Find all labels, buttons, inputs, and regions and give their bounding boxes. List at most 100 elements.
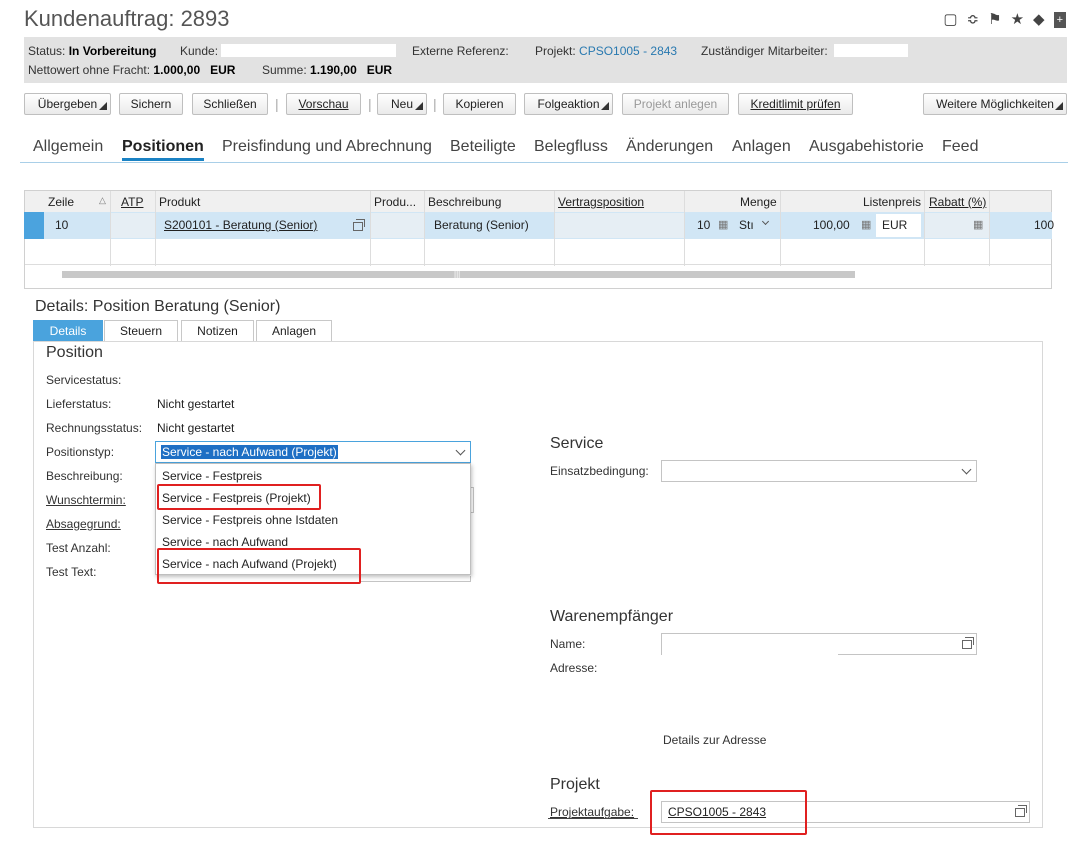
- row-selector[interactable]: [24, 212, 44, 239]
- col-divider: [780, 191, 781, 266]
- details-zur-adresse-link[interactable]: Details zur Adresse: [663, 733, 766, 747]
- tab-feed[interactable]: Feed: [942, 138, 978, 156]
- adresse-label: Adresse:: [550, 661, 598, 675]
- wunschtermin-label[interactable]: Wunschtermin:: [46, 493, 126, 507]
- col-beschreibung[interactable]: Beschreibung: [428, 191, 501, 213]
- calculator-icon[interactable]: ▦: [861, 218, 871, 231]
- position-heading: Position: [46, 344, 103, 361]
- rss-icon[interactable]: ≎: [967, 12, 980, 28]
- subtab-steuern[interactable]: Steuern: [104, 320, 178, 342]
- uebergeben-button[interactable]: Übergeben: [24, 93, 111, 115]
- star-icon[interactable]: ★: [1011, 12, 1024, 28]
- projektaufgabe-label[interactable]: Projektaufgabe:: [550, 805, 634, 819]
- calculator-icon[interactable]: ▦: [718, 218, 728, 231]
- details-title: Details: Position Beratung (Senior): [35, 298, 281, 315]
- tab-positionen[interactable]: Positionen: [122, 138, 204, 161]
- lieferstatus-value: Nicht gestartet: [157, 397, 235, 411]
- schliessen-button[interactable]: Schließen: [192, 93, 268, 115]
- col-vertragsposition[interactable]: Vertragsposition: [558, 191, 644, 213]
- col-rabatt[interactable]: Rabatt (%): [929, 191, 986, 213]
- status-value: In Vorbereitung: [68, 44, 157, 58]
- summe-currency: EUR: [366, 63, 393, 77]
- tab-beteiligte[interactable]: Beteiligte: [450, 138, 516, 156]
- tab-allgemein[interactable]: Allgemein: [33, 138, 103, 156]
- summe-label: Summe:: [262, 63, 307, 77]
- positionstyp-select[interactable]: Service - nach Aufwand (Projekt): [155, 441, 471, 463]
- atp-cell: [111, 213, 155, 238]
- col-atp[interactable]: ATP: [121, 191, 143, 213]
- subtab-anlagen[interactable]: Anlagen: [256, 320, 332, 342]
- kreditlimit-label: Kreditlimit prüfen: [750, 97, 841, 111]
- test-anzahl-label: Test Anzahl:: [46, 541, 111, 555]
- toolbar-divider: |: [433, 96, 437, 112]
- cell-menge[interactable]: 10: [697, 218, 710, 232]
- row-divider: [25, 264, 1051, 265]
- col-divider: [554, 191, 555, 266]
- test-text-field-edge[interactable]: [360, 576, 471, 582]
- col-divider: [924, 191, 925, 266]
- option-festpreis-ohne-istdaten[interactable]: Service - Festpreis ohne Istdaten: [162, 513, 338, 527]
- projekt-link[interactable]: CPSO1005 - 2843: [579, 44, 677, 58]
- flag-icon[interactable]: ⚑: [988, 12, 1001, 28]
- subtab-details[interactable]: Details: [33, 320, 103, 342]
- status-bar: Status: In Vorbereitung Kunde: Externe R…: [24, 37, 1067, 83]
- rechnungsstatus-label: Rechnungsstatus:: [46, 421, 143, 435]
- col-menge[interactable]: Menge: [740, 191, 777, 213]
- tab-ausgabehistorie[interactable]: Ausgabehistorie: [809, 138, 924, 156]
- cell-einheit[interactable]: Stı: [739, 218, 754, 232]
- tab-belegfluss[interactable]: Belegfluss: [534, 138, 608, 156]
- vorschau-button[interactable]: Vorschau: [286, 93, 361, 115]
- open-popup-icon[interactable]: [962, 637, 974, 649]
- open-popup-icon[interactable]: [1015, 805, 1027, 817]
- highlight-box: [157, 484, 321, 510]
- col-produkt[interactable]: Produkt: [159, 191, 200, 213]
- tab-aenderungen[interactable]: Änderungen: [626, 138, 713, 156]
- col-divider: [424, 191, 425, 266]
- servicestatus-label: Servicestatus:: [46, 373, 122, 387]
- chevron-down-icon[interactable]: [455, 445, 466, 456]
- highlight-box: [157, 548, 361, 584]
- col-divider: [370, 191, 371, 266]
- add-panel-icon[interactable]: +: [1053, 12, 1066, 28]
- kunde-label: Kunde:: [180, 44, 219, 58]
- col-produ[interactable]: Produ...: [374, 191, 416, 213]
- col-listenpreis[interactable]: Listenpreis: [863, 191, 921, 213]
- calculator-icon[interactable]: ▦: [973, 218, 983, 231]
- tab-preisfindung[interactable]: Preisfindung und Abrechnung: [222, 138, 432, 156]
- cell-listenpreis[interactable]: 100,00: [813, 218, 850, 232]
- sort-icon[interactable]: △: [99, 195, 106, 206]
- mitarbeiter-value-redacted: [834, 44, 908, 57]
- netto-label: Nettowert ohne Fracht:: [28, 63, 151, 77]
- projekt-anlegen-button[interactable]: Projekt anlegen: [622, 93, 729, 115]
- cell-waehrung[interactable]: EUR: [882, 218, 907, 232]
- scrollbar-grip-icon[interactable]: |||: [454, 270, 460, 279]
- col-divider: [155, 191, 156, 266]
- cell-produkt-link[interactable]: S200101 - Beratung (Senior): [164, 218, 317, 232]
- weitere-button[interactable]: Weitere Möglichkeiten: [923, 93, 1067, 115]
- label-underline: [548, 818, 638, 819]
- kopieren-button[interactable]: Kopieren: [443, 93, 516, 115]
- sichern-button[interactable]: Sichern: [119, 93, 183, 115]
- summe-value: 1.190,00: [310, 63, 357, 77]
- name-field[interactable]: [661, 633, 977, 655]
- name-field-underline: [838, 654, 977, 655]
- kreditlimit-button[interactable]: Kreditlimit prüfen: [738, 93, 853, 115]
- tab-anlagen[interactable]: Anlagen: [732, 138, 791, 156]
- open-popup-icon[interactable]: [353, 219, 365, 231]
- mitarbeiter-label: Zuständiger Mitarbeiter:: [701, 44, 828, 58]
- header-actions: ▢ ≎ ⚑ ★ ◆ +: [943, 12, 1066, 28]
- option-nach-aufwand[interactable]: Service - nach Aufwand: [162, 535, 288, 549]
- einsatzbedingung-select[interactable]: [661, 460, 977, 482]
- neu-button[interactable]: Neu: [377, 93, 427, 115]
- warenempfaenger-heading: Warenempfänger: [550, 608, 674, 625]
- subtab-notizen[interactable]: Notizen: [181, 320, 254, 342]
- projekt-heading: Projekt: [550, 776, 600, 793]
- col-zeile[interactable]: Zeile: [48, 191, 74, 213]
- folgeaktion-button[interactable]: Folgeaktion: [524, 93, 613, 115]
- chat-icon[interactable]: ▢: [943, 12, 957, 28]
- chevron-down-icon[interactable]: [961, 464, 972, 475]
- col-divider: [110, 191, 111, 266]
- tag-icon[interactable]: ◆: [1033, 12, 1045, 28]
- absagegrund-label[interactable]: Absagegrund:: [46, 517, 121, 531]
- option-festpreis[interactable]: Service - Festpreis: [162, 469, 262, 483]
